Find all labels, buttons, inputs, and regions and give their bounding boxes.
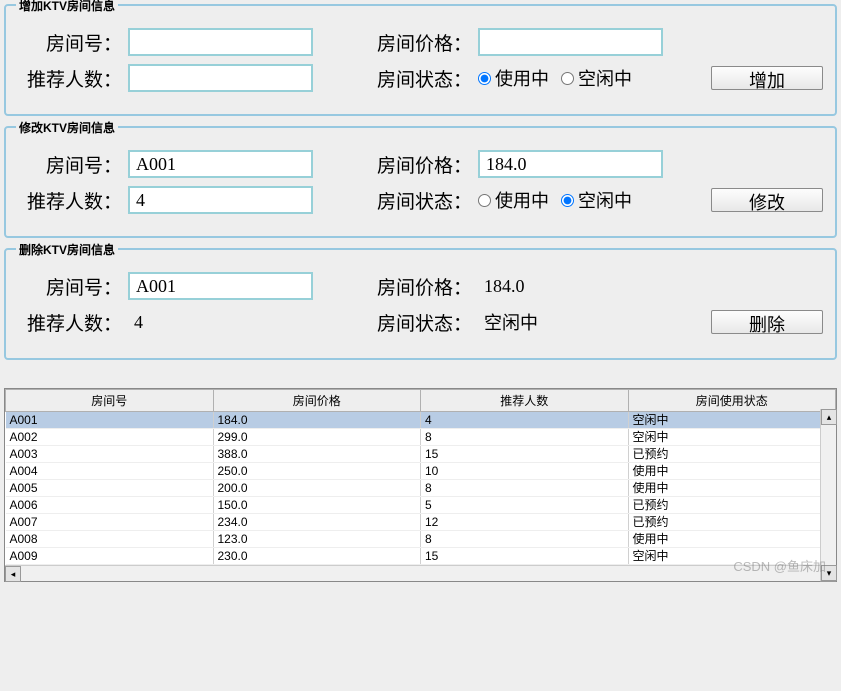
delete-status-label: 房间状态： <box>368 309 478 336</box>
delete-capacity-value: 4 <box>128 311 313 334</box>
edit-capacity-label: 推荐人数： <box>18 187 128 214</box>
edit-status-in-use-radio[interactable] <box>478 194 491 207</box>
col-room-no[interactable]: 房间号 <box>6 390 214 412</box>
table-cell: 使用中 <box>628 463 836 480</box>
table-cell: A008 <box>6 531 214 548</box>
edit-room-no-label: 房间号： <box>18 151 128 178</box>
table-cell: 8 <box>421 531 629 548</box>
col-price[interactable]: 房间价格 <box>213 390 421 412</box>
table-cell: 200.0 <box>213 480 421 497</box>
table-cell: 234.0 <box>213 514 421 531</box>
add-capacity-input[interactable] <box>128 64 313 92</box>
table-cell: A003 <box>6 446 214 463</box>
table-cell: 使用中 <box>628 480 836 497</box>
edit-capacity-input[interactable] <box>128 186 313 214</box>
scroll-left-icon[interactable]: ◂ <box>5 566 21 582</box>
table-cell: A005 <box>6 480 214 497</box>
edit-legend: 修改KTV房间信息 <box>16 119 118 136</box>
table-cell: 299.0 <box>213 429 421 446</box>
delete-room-no-label: 房间号： <box>18 273 128 300</box>
edit-room-no-input[interactable] <box>128 150 313 178</box>
table-cell: 空闲中 <box>628 412 836 429</box>
table-row[interactable]: A005200.08使用中 <box>6 480 836 497</box>
add-price-input[interactable] <box>478 28 663 56</box>
add-button[interactable]: 增加 <box>711 66 823 90</box>
delete-capacity-label: 推荐人数： <box>18 309 128 336</box>
table-row[interactable]: A008123.08使用中 <box>6 531 836 548</box>
edit-status-label: 房间状态： <box>368 187 478 214</box>
table-row[interactable]: A006150.05已预约 <box>6 497 836 514</box>
table-cell: 使用中 <box>628 531 836 548</box>
table-cell: 已预约 <box>628 514 836 531</box>
edit-button[interactable]: 修改 <box>711 188 823 212</box>
edit-price-label: 房间价格： <box>368 151 478 178</box>
table-cell: 388.0 <box>213 446 421 463</box>
add-room-no-label: 房间号： <box>18 29 128 56</box>
table-row[interactable]: A007234.012已预约 <box>6 514 836 531</box>
table-cell: A007 <box>6 514 214 531</box>
delete-legend: 删除KTV房间信息 <box>16 241 118 258</box>
table-cell: 250.0 <box>213 463 421 480</box>
table-cell: 8 <box>421 429 629 446</box>
edit-status-free-radio[interactable] <box>561 194 574 207</box>
add-status-free-radio[interactable] <box>561 72 574 85</box>
col-capacity[interactable]: 推荐人数 <box>421 390 629 412</box>
table-row[interactable]: A002299.08空闲中 <box>6 429 836 446</box>
watermark: CSDN @鱼床加 <box>733 556 826 575</box>
add-legend: 增加KTV房间信息 <box>16 0 118 14</box>
table-cell: 空闲中 <box>628 429 836 446</box>
table-row[interactable]: A003388.015已预约 <box>6 446 836 463</box>
table-cell: 已预约 <box>628 497 836 514</box>
table-row[interactable]: A004250.010使用中 <box>6 463 836 480</box>
table-cell: A009 <box>6 548 214 565</box>
scroll-up-icon[interactable]: ▴ <box>821 409 837 425</box>
table-cell: A006 <box>6 497 214 514</box>
add-status-in-use-radio[interactable] <box>478 72 491 85</box>
table-row[interactable]: A009230.015空闲中 <box>6 548 836 565</box>
table-cell: 150.0 <box>213 497 421 514</box>
delete-price-label: 房间价格： <box>368 273 478 300</box>
table-cell: 10 <box>421 463 629 480</box>
add-room-no-input[interactable] <box>128 28 313 56</box>
room-table-wrap: 房间号 房间价格 推荐人数 房间使用状态 A001184.04空闲中A00229… <box>4 388 837 582</box>
edit-status-radio-group: 使用中 空闲中 <box>478 187 673 213</box>
add-status-in-use[interactable]: 使用中 <box>478 65 549 91</box>
edit-price-input[interactable] <box>478 150 663 178</box>
delete-button[interactable]: 删除 <box>711 310 823 334</box>
table-cell: 184.0 <box>213 412 421 429</box>
delete-room-no-input[interactable] <box>128 272 313 300</box>
table-cell: 已预约 <box>628 446 836 463</box>
delete-price-value: 184.0 <box>478 275 663 298</box>
table-cell: A004 <box>6 463 214 480</box>
table-cell: A002 <box>6 429 214 446</box>
table-cell: 4 <box>421 412 629 429</box>
add-status-label: 房间状态： <box>368 65 478 92</box>
add-status-free[interactable]: 空闲中 <box>561 65 632 91</box>
add-capacity-label: 推荐人数： <box>18 65 128 92</box>
room-table[interactable]: 房间号 房间价格 推荐人数 房间使用状态 A001184.04空闲中A00229… <box>5 389 836 565</box>
add-status-radio-group: 使用中 空闲中 <box>478 65 673 91</box>
add-price-label: 房间价格： <box>368 29 478 56</box>
delete-status-value: 空闲中 <box>478 308 673 336</box>
horizontal-scrollbar[interactable]: ◂ ▸ <box>5 565 836 581</box>
delete-panel: 删除KTV房间信息 房间号： 房间价格： 184.0 推荐人数： 4 房间状态：… <box>4 248 837 360</box>
table-row[interactable]: A001184.04空闲中 <box>6 412 836 429</box>
table-cell: 15 <box>421 548 629 565</box>
col-status[interactable]: 房间使用状态 <box>628 390 836 412</box>
table-cell: 8 <box>421 480 629 497</box>
table-cell: 123.0 <box>213 531 421 548</box>
edit-status-in-use[interactable]: 使用中 <box>478 187 549 213</box>
edit-panel: 修改KTV房间信息 房间号： 房间价格： 推荐人数： 房间状态： 使用中 空闲中… <box>4 126 837 238</box>
table-cell: 15 <box>421 446 629 463</box>
add-panel: 增加KTV房间信息 房间号： 房间价格： 推荐人数： 房间状态： 使用中 空闲中… <box>4 4 837 116</box>
table-cell: 12 <box>421 514 629 531</box>
table-cell: 230.0 <box>213 548 421 565</box>
edit-status-free[interactable]: 空闲中 <box>561 187 632 213</box>
table-cell: 5 <box>421 497 629 514</box>
table-cell: A001 <box>6 412 214 429</box>
